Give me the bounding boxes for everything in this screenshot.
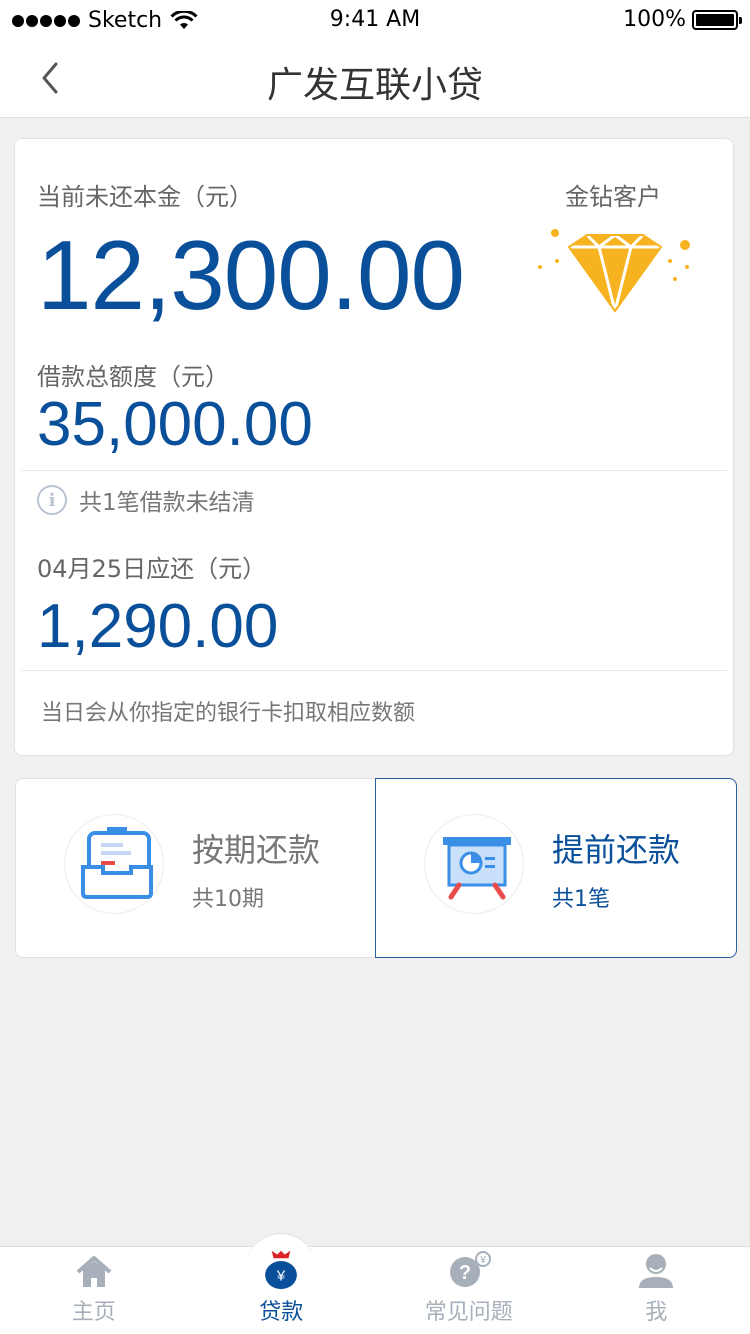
tab-faq[interactable]: ? ¥ 常见问题: [375, 1247, 563, 1334]
principal-label: 当前未还本金（元）: [37, 183, 253, 211]
user-icon: [639, 1254, 674, 1288]
question-icon: ? ¥: [449, 1251, 491, 1287]
presentation-board-icon: [424, 814, 524, 914]
tab-label: 我: [645, 1300, 668, 1325]
early-repayment-button[interactable]: 提前还款 共1笔: [375, 778, 737, 958]
loan-summary-card: 当前未还本金（元） 12,300.00 金钻客户 借款总额度（元） 35,000…: [14, 138, 734, 756]
info-icon: i: [37, 485, 67, 515]
svg-text:?: ?: [459, 1262, 471, 1284]
outstanding-info-text: 共1笔借款未结清: [79, 490, 255, 516]
scheduled-repayment-button[interactable]: 按期还款 共10期: [15, 778, 377, 958]
option-subtitle: 共10期: [192, 887, 264, 912]
tab-me[interactable]: 我: [563, 1247, 750, 1334]
page-title: 广发互联小贷: [266, 65, 483, 106]
limit-value: 35,000.00: [37, 390, 313, 459]
tab-label: 主页: [71, 1300, 116, 1325]
tab-loan[interactable]: ¥ 贷款: [188, 1233, 376, 1334]
deduction-note: 当日会从你指定的银行卡扣取相应数额: [41, 701, 416, 726]
battery-icon: [692, 9, 742, 30]
inbox-tray-icon: [64, 814, 164, 914]
svg-text:¥: ¥: [479, 1255, 486, 1266]
vip-label: 金钻客户: [565, 183, 661, 211]
diamond-icon: [538, 229, 690, 313]
tab-bar: 主页 ¥ 贷款 ? ¥ 常见问题 我: [0, 1233, 750, 1334]
limit-label: 借款总额度（元）: [37, 363, 229, 391]
due-label: 04月25日应还（元）: [37, 555, 267, 583]
status-bar: Sketch 9:41 AM 100%: [0, 0, 750, 40]
outstanding-info: i 共1笔借款未结清: [37, 483, 255, 517]
option-title: 提前还款: [552, 831, 681, 869]
inbox-tray-icon: [81, 827, 153, 899]
presentation-board-icon: [443, 837, 511, 900]
nav-bar: 广发互联小贷: [0, 40, 750, 118]
battery-percent: 100%: [623, 7, 686, 32]
home-icon: [76, 1256, 112, 1287]
due-value: 1,290.00: [37, 592, 279, 661]
principal-value: 12,300.00: [37, 220, 465, 330]
tab-home[interactable]: 主页: [0, 1247, 188, 1334]
divider: [21, 670, 727, 671]
divider: [21, 470, 727, 471]
tab-label: 常见问题: [424, 1300, 513, 1325]
status-right: 100%: [623, 7, 742, 32]
option-subtitle: 共1笔: [552, 887, 610, 912]
svg-text:¥: ¥: [276, 1268, 286, 1285]
option-title: 按期还款: [192, 831, 321, 869]
tab-label: 贷款: [259, 1300, 304, 1325]
money-bag-icon: ¥: [265, 1250, 298, 1290]
